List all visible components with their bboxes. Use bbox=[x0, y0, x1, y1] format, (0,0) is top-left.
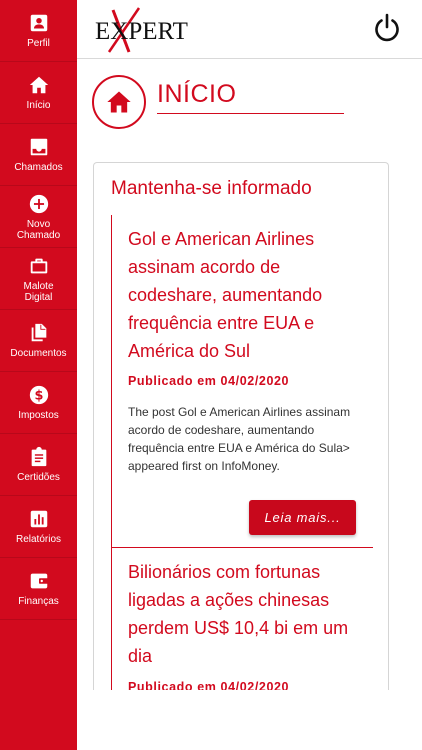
sidebar-item-novo-chamado[interactable]: Novo Chamado bbox=[0, 186, 77, 248]
sidebar-item-label: Chamados bbox=[14, 162, 63, 173]
inbox-icon bbox=[30, 138, 47, 156]
home-icon bbox=[107, 91, 131, 113]
sidebar-item-malote-digital[interactable]: Malote Digital bbox=[0, 248, 77, 310]
sidebar-item-financas[interactable]: Finanças bbox=[0, 558, 77, 620]
page-title: INÍCIO bbox=[157, 80, 237, 108]
sidebar-item-label: Impostos bbox=[18, 410, 59, 421]
article-excerpt: The post Gol e American Airlines assinam… bbox=[128, 405, 351, 473]
sidebar-item-perfil[interactable]: Perfil bbox=[0, 0, 77, 62]
briefcase-icon bbox=[30, 258, 47, 273]
article-divider bbox=[111, 547, 373, 548]
sidebar-item-certidoes[interactable]: Certidões bbox=[0, 434, 77, 496]
dollar-circle-icon: $ bbox=[29, 385, 48, 405]
sidebar-item-label: Documentos bbox=[10, 348, 67, 359]
plus-circle-icon bbox=[29, 194, 48, 213]
page-home-badge bbox=[92, 75, 146, 129]
sidebar-item-chamados[interactable]: Chamados bbox=[0, 124, 77, 186]
sidebar-item-documentos[interactable]: Documentos bbox=[0, 310, 77, 372]
sidebar-item-label: Finanças bbox=[18, 596, 59, 607]
title-underline bbox=[157, 113, 344, 114]
sidebar-item-inicio[interactable]: Início bbox=[0, 62, 77, 124]
sidebar-item-relatorios[interactable]: Relatórios bbox=[0, 496, 77, 558]
article-title[interactable]: Gol e American Airlines assinam acordo d… bbox=[128, 225, 353, 365]
article-date: Publicado em 04/02/2020 bbox=[128, 374, 290, 388]
bar-chart-icon bbox=[30, 510, 47, 528]
sidebar: Perfil Início Chamados Novo Chamado Malo… bbox=[0, 0, 77, 750]
read-more-button[interactable]: Leia mais... bbox=[249, 500, 356, 535]
news-section-title: Mantenha-se informado bbox=[111, 178, 312, 199]
clipboard-icon bbox=[31, 446, 46, 467]
wallet-icon bbox=[30, 573, 48, 589]
logo-text: EXPERT bbox=[95, 18, 188, 45]
power-icon bbox=[375, 13, 399, 42]
sidebar-item-label: Certidões bbox=[17, 472, 60, 483]
logout-button[interactable] bbox=[371, 12, 403, 44]
sidebar-item-label: Novo Chamado bbox=[16, 218, 61, 241]
expert-logo: EXPERT bbox=[95, 6, 195, 54]
svg-text:$: $ bbox=[34, 389, 43, 404]
home-icon bbox=[29, 76, 48, 94]
sidebar-item-label: Início bbox=[26, 100, 51, 111]
sidebar-item-label: Relatórios bbox=[15, 534, 62, 545]
sidebar-item-label: Malote Digital bbox=[23, 280, 54, 303]
timeline-line bbox=[111, 215, 112, 690]
sidebar-item-impostos[interactable]: $ Impostos bbox=[0, 372, 77, 434]
news-card: Mantenha-se informado Gol e American Air… bbox=[93, 162, 389, 690]
article-title[interactable]: Bilionários com fortunas ligadas a ações… bbox=[128, 558, 353, 670]
person-icon bbox=[30, 14, 47, 32]
article-date: Publicado em 04/02/2020 bbox=[128, 680, 290, 690]
sidebar-item-label: Perfil bbox=[27, 38, 50, 49]
documents-icon bbox=[31, 323, 46, 342]
top-bar: EXPERT bbox=[77, 0, 422, 59]
